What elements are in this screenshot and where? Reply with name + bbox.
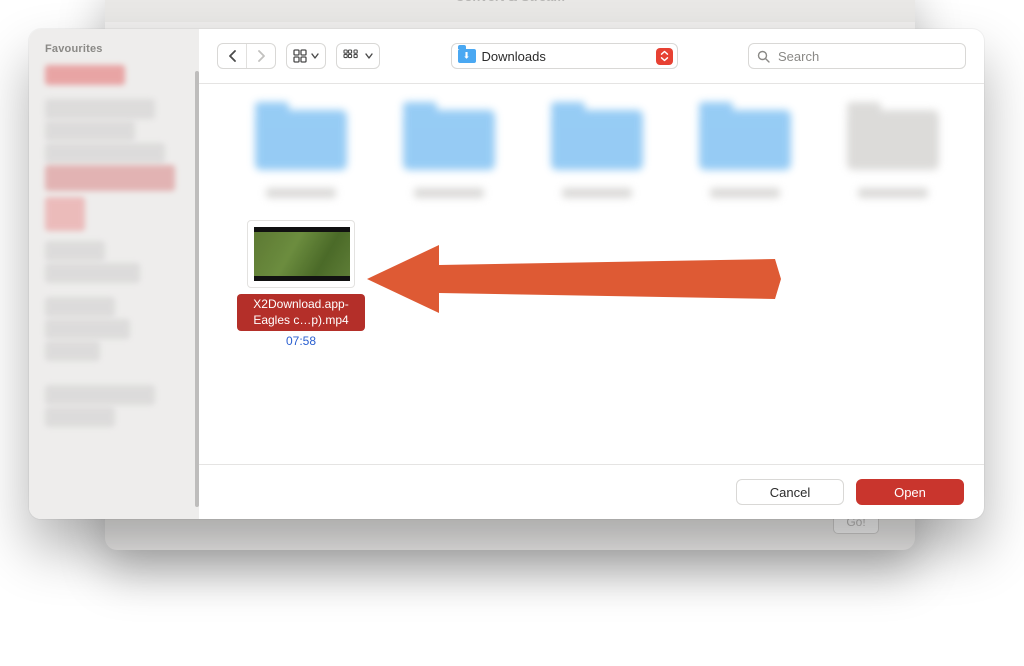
sidebar-item[interactable] <box>45 263 140 283</box>
search-icon <box>757 50 770 63</box>
sidebar-item[interactable] <box>45 65 125 85</box>
sidebar-item[interactable] <box>45 385 155 405</box>
folder-icon <box>699 110 791 170</box>
sidebar-item[interactable] <box>45 121 135 141</box>
forward-button[interactable] <box>247 44 275 68</box>
nav-history <box>217 43 276 69</box>
file-icon <box>847 110 939 170</box>
dialog-footer: Cancel Open <box>199 464 984 519</box>
view-mode-button[interactable] <box>286 43 326 69</box>
folder-icon <box>255 110 347 170</box>
grid-icon <box>293 49 307 63</box>
group-mode-button[interactable] <box>336 43 380 69</box>
location-label: Downloads <box>482 49 650 64</box>
sidebar-item[interactable] <box>45 165 175 191</box>
folder-icon <box>551 110 643 170</box>
main-panel: ⬇ Downloads <box>199 29 984 519</box>
folder-downloads-icon: ⬇ <box>458 49 476 63</box>
sidebar-item[interactable] <box>45 319 130 339</box>
file-open-dialog: Favourites <box>29 29 984 519</box>
location-stepper-icon <box>656 48 673 65</box>
folder-item[interactable] <box>533 110 661 198</box>
chevron-left-icon <box>228 50 237 62</box>
location-popup[interactable]: ⬇ Downloads <box>451 43 678 69</box>
back-button[interactable] <box>218 44 246 68</box>
sidebar-heading: Favourites <box>45 43 199 55</box>
cancel-button[interactable]: Cancel <box>736 479 844 505</box>
parent-window-title: Convert & Stream <box>105 0 915 22</box>
sidebar: Favourites <box>29 29 199 519</box>
folder-item[interactable] <box>681 110 809 198</box>
file-grid: X2Download.app-Eagles c…p).mp4 07:58 <box>199 84 984 464</box>
file-duration-label: 07:58 <box>286 334 316 348</box>
folder-item[interactable] <box>385 110 513 198</box>
folder-item[interactable] <box>829 110 957 198</box>
group-icon <box>343 49 361 63</box>
sidebar-item[interactable] <box>45 99 155 119</box>
sidebar-item[interactable] <box>45 341 100 361</box>
sidebar-item[interactable] <box>45 143 165 163</box>
file-item-selected[interactable]: X2Download.app-Eagles c…p).mp4 07:58 <box>237 220 365 348</box>
chevron-down-icon <box>365 52 373 60</box>
search-input[interactable] <box>776 48 957 65</box>
folder-icon <box>403 110 495 170</box>
chevron-down-icon <box>311 52 319 60</box>
sidebar-item[interactable] <box>45 407 115 427</box>
sidebar-item[interactable] <box>45 241 105 261</box>
search-field[interactable] <box>748 43 966 69</box>
video-thumbnail <box>247 220 355 288</box>
open-button[interactable]: Open <box>856 479 964 505</box>
sidebar-item[interactable] <box>45 297 115 317</box>
sidebar-item[interactable] <box>45 197 85 231</box>
chevron-right-icon <box>257 50 266 62</box>
folder-item[interactable] <box>237 110 365 198</box>
file-name-label: X2Download.app-Eagles c…p).mp4 <box>237 294 365 331</box>
toolbar: ⬇ Downloads <box>199 29 984 84</box>
